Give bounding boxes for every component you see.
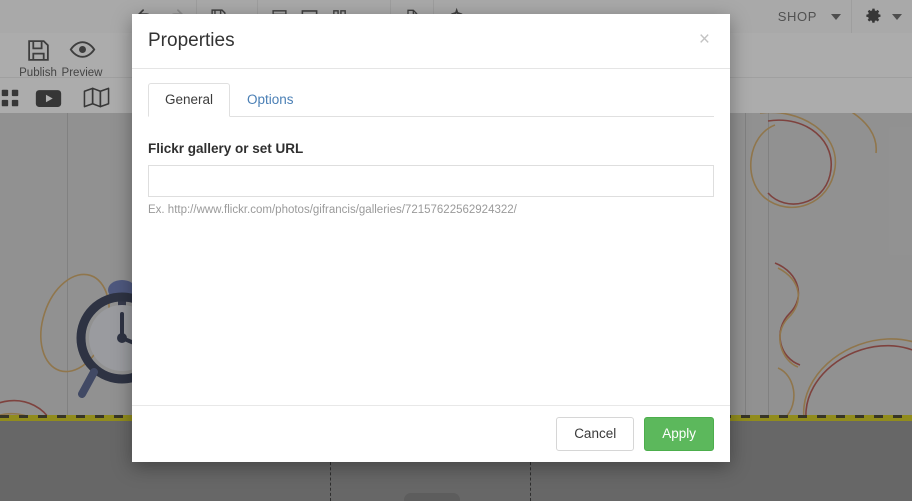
tab-options[interactable]: Options [230,83,311,117]
cancel-button[interactable]: Cancel [556,417,635,451]
close-icon[interactable]: × [695,28,714,55]
dialog-footer: Cancel Apply [132,405,730,462]
page-title: Properties [148,30,235,51]
properties-dialog: Properties × General Options Flickr gall… [132,14,730,462]
apply-button[interactable]: Apply [644,417,714,451]
dialog-tabs: General Options [148,83,714,117]
url-field-label: Flickr gallery or set URL [148,141,304,156]
tab-general[interactable]: General [148,83,231,117]
app-root: ▾ [0,0,912,501]
dialog-header: Properties × [132,14,730,69]
url-input[interactable] [148,165,714,197]
dialog-body: General Options Flickr gallery or set UR… [132,69,730,405]
url-field-hint: Ex. http://www.flickr.com/photos/gifranc… [148,204,517,216]
